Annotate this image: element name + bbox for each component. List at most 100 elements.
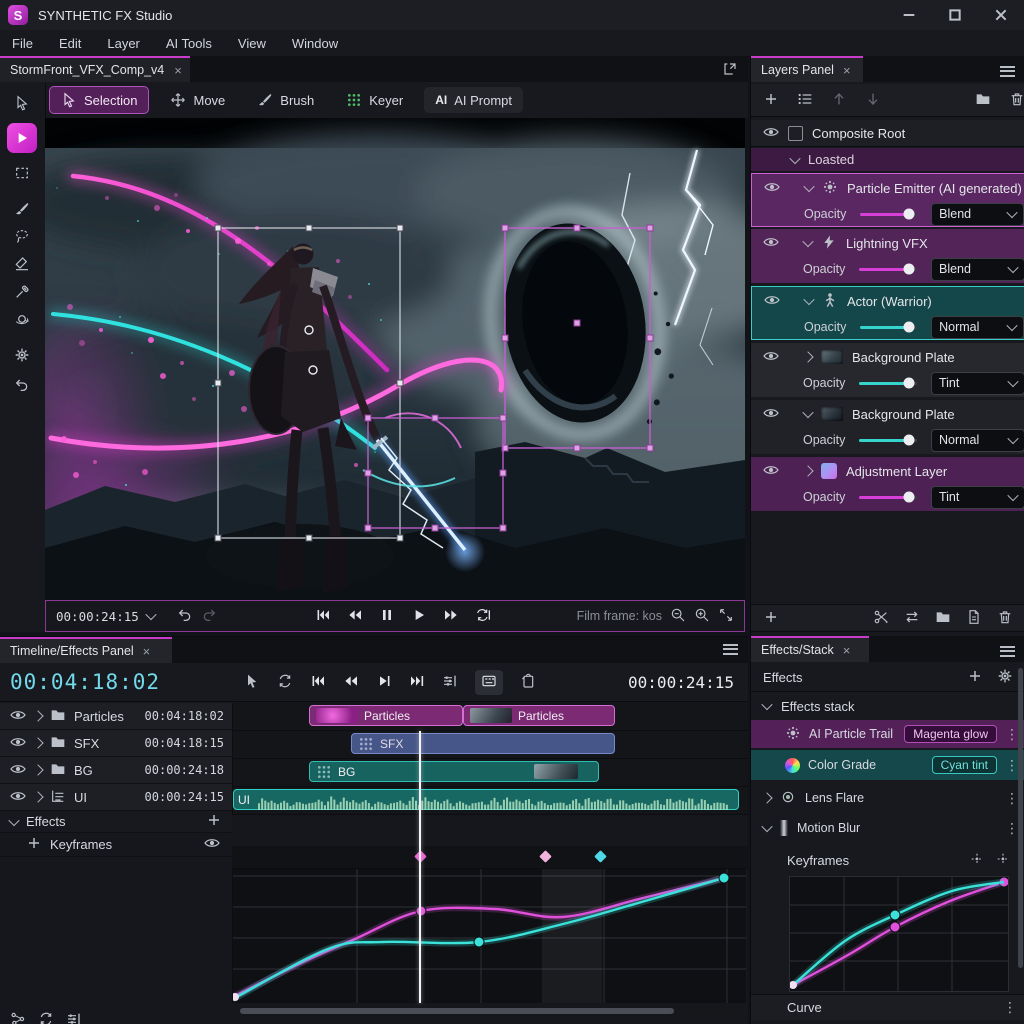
zoom-out-icon[interactable] bbox=[670, 607, 686, 626]
menu-item-edit[interactable]: Edit bbox=[59, 36, 81, 51]
effects-panel-tab[interactable]: Effects/Stack × bbox=[751, 636, 869, 662]
undo-tool-icon[interactable] bbox=[7, 372, 37, 398]
chevron-down-icon[interactable] bbox=[761, 699, 772, 710]
layers-tab-close-icon[interactable]: × bbox=[843, 63, 851, 78]
blend-mode-dropdown[interactable]: Tint bbox=[931, 372, 1024, 395]
layer-row-composite-root[interactable]: Composite Root bbox=[751, 120, 1024, 147]
keyframe-view-button[interactable] bbox=[475, 670, 503, 695]
timeline-tab-close-icon[interactable]: × bbox=[143, 644, 151, 659]
clip-particles-2[interactable]: Particles bbox=[463, 705, 615, 726]
fit-view-icon[interactable] bbox=[718, 607, 734, 626]
keyframe-marker-row[interactable] bbox=[232, 846, 748, 869]
effect-options-icon[interactable]: ⋮ bbox=[1005, 790, 1019, 807]
eye-icon[interactable] bbox=[763, 348, 779, 367]
blend-mode-dropdown[interactable]: Normal bbox=[931, 316, 1024, 339]
add-effect-icon[interactable] bbox=[206, 812, 222, 831]
undo-icon[interactable] bbox=[177, 607, 193, 626]
add-layer-icon[interactable] bbox=[763, 91, 779, 110]
orbit-tool-icon[interactable] bbox=[7, 306, 37, 332]
layers-panel-tab[interactable]: Layers Panel × bbox=[751, 56, 863, 82]
clip-sfx[interactable]: SFX bbox=[351, 733, 615, 754]
lasso-tool-icon[interactable] bbox=[7, 223, 37, 249]
chevron-down-icon[interactable] bbox=[761, 821, 772, 832]
effects-stack-group[interactable]: Effects stack bbox=[751, 694, 1024, 718]
fx-status-icon[interactable] bbox=[66, 1011, 82, 1024]
rewind-icon[interactable] bbox=[347, 607, 363, 626]
timeline-select-icon[interactable] bbox=[244, 673, 260, 692]
chevron-down-icon[interactable] bbox=[802, 407, 813, 418]
timeline-skip-start-icon[interactable] bbox=[310, 673, 326, 692]
layer-row-actor-warrior[interactable]: Actor (Warrior) Opacity Normal bbox=[751, 286, 1024, 340]
eye-icon[interactable] bbox=[763, 234, 779, 253]
tool-selection-button[interactable]: Selection bbox=[49, 86, 149, 114]
effect-options-icon[interactable]: ⋮ bbox=[1005, 757, 1019, 774]
lane-particles[interactable]: Particles Particles bbox=[232, 703, 748, 731]
eye-icon[interactable] bbox=[763, 405, 779, 424]
pointer-tool-icon[interactable] bbox=[7, 90, 37, 116]
effect-row-ai-particle-trail[interactable]: AI Particle Trail Magenta glow ⋮ bbox=[751, 720, 1024, 748]
lane-bg[interactable]: BG bbox=[232, 759, 748, 787]
settings-tool-icon[interactable] bbox=[7, 342, 37, 368]
chevron-down-icon[interactable] bbox=[789, 152, 800, 163]
eyedropper-tool-icon[interactable] bbox=[7, 279, 37, 305]
move-layer-up-icon[interactable] bbox=[831, 91, 847, 110]
blend-mode-dropdown[interactable]: Blend bbox=[931, 203, 1024, 226]
fast-forward-icon[interactable] bbox=[443, 607, 459, 626]
timeline-skip-end-icon[interactable] bbox=[409, 673, 425, 692]
effect-options-icon[interactable]: ⋮ bbox=[1005, 726, 1019, 743]
layer-checkbox[interactable] bbox=[788, 126, 803, 141]
composition-viewport[interactable] bbox=[45, 118, 745, 600]
add-icon[interactable] bbox=[763, 609, 779, 628]
keyframe-marker[interactable] bbox=[594, 850, 607, 863]
curve-editor[interactable] bbox=[232, 869, 746, 1003]
effects-settings-icon[interactable] bbox=[997, 668, 1013, 687]
keyframe-marker[interactable] bbox=[539, 850, 552, 863]
effect-row-color-grade[interactable]: Color Grade Cyan tint ⋮ bbox=[751, 750, 1024, 780]
effects-tab-close-icon[interactable]: × bbox=[843, 643, 851, 658]
play-icon[interactable] bbox=[411, 607, 427, 626]
clip-bg[interactable]: BG bbox=[309, 761, 599, 782]
horizontal-scrollbar[interactable] bbox=[232, 1007, 748, 1015]
opacity-slider[interactable] bbox=[860, 326, 917, 329]
chevron-down-icon[interactable] bbox=[803, 181, 814, 192]
menu-item-view[interactable]: View bbox=[238, 36, 266, 51]
opacity-slider[interactable] bbox=[859, 268, 917, 271]
node-graph-status-icon[interactable] bbox=[10, 1011, 26, 1024]
delete-layer-icon[interactable] bbox=[1009, 91, 1024, 110]
curve-row[interactable]: Curve ⋮ bbox=[751, 994, 1024, 1020]
folder-icon[interactable] bbox=[935, 609, 951, 628]
layer-group-icon[interactable] bbox=[975, 91, 991, 110]
eye-icon[interactable] bbox=[10, 761, 26, 780]
document-tab[interactable]: StormFront_VFX_Comp_v4 × bbox=[0, 56, 190, 82]
timeline-tab[interactable]: Timeline/Effects Panel × bbox=[0, 637, 172, 663]
viewport-timecode[interactable]: 00:00:24:15 bbox=[56, 609, 139, 624]
clip-ui[interactable]: UI bbox=[233, 789, 739, 810]
eye-icon[interactable] bbox=[763, 462, 779, 481]
timeline-menu-icon[interactable] bbox=[723, 641, 738, 660]
effect-row-motion-blur[interactable]: Motion Blur ⋮ bbox=[751, 814, 1024, 842]
opacity-slider[interactable] bbox=[859, 439, 917, 442]
trash-icon[interactable] bbox=[997, 609, 1013, 628]
eye-icon[interactable] bbox=[10, 707, 26, 726]
blend-mode-dropdown[interactable]: Normal bbox=[931, 429, 1024, 452]
chevron-right-icon[interactable] bbox=[32, 737, 43, 748]
marquee-tool-icon[interactable] bbox=[7, 160, 37, 186]
blend-mode-dropdown[interactable]: Tint bbox=[931, 486, 1024, 509]
chevron-right-icon[interactable] bbox=[32, 791, 43, 802]
chevron-down-icon[interactable] bbox=[8, 814, 19, 825]
move-keyframe-icon[interactable] bbox=[969, 851, 985, 870]
effects-menu-icon[interactable] bbox=[1000, 643, 1015, 659]
effect-options-icon[interactable]: ⋮ bbox=[1005, 820, 1019, 837]
document-icon[interactable] bbox=[966, 609, 982, 628]
tool-move-button[interactable]: Move bbox=[159, 87, 236, 113]
track-row-sfx[interactable]: SFX 00:04:18:15 bbox=[0, 730, 232, 757]
add-effect-icon[interactable] bbox=[967, 668, 983, 687]
track-row-bg[interactable]: BG 00:00:24:18 bbox=[0, 757, 232, 784]
move-all-keyframes-icon[interactable] bbox=[995, 851, 1011, 870]
brush-tool-icon[interactable] bbox=[7, 196, 37, 222]
chevron-right-icon[interactable] bbox=[32, 710, 43, 721]
layers-menu-icon[interactable] bbox=[1000, 63, 1015, 79]
track-row-ui[interactable]: UI 00:00:24:15 bbox=[0, 784, 232, 811]
swap-icon[interactable] bbox=[904, 609, 920, 628]
eye-icon[interactable] bbox=[204, 835, 220, 854]
